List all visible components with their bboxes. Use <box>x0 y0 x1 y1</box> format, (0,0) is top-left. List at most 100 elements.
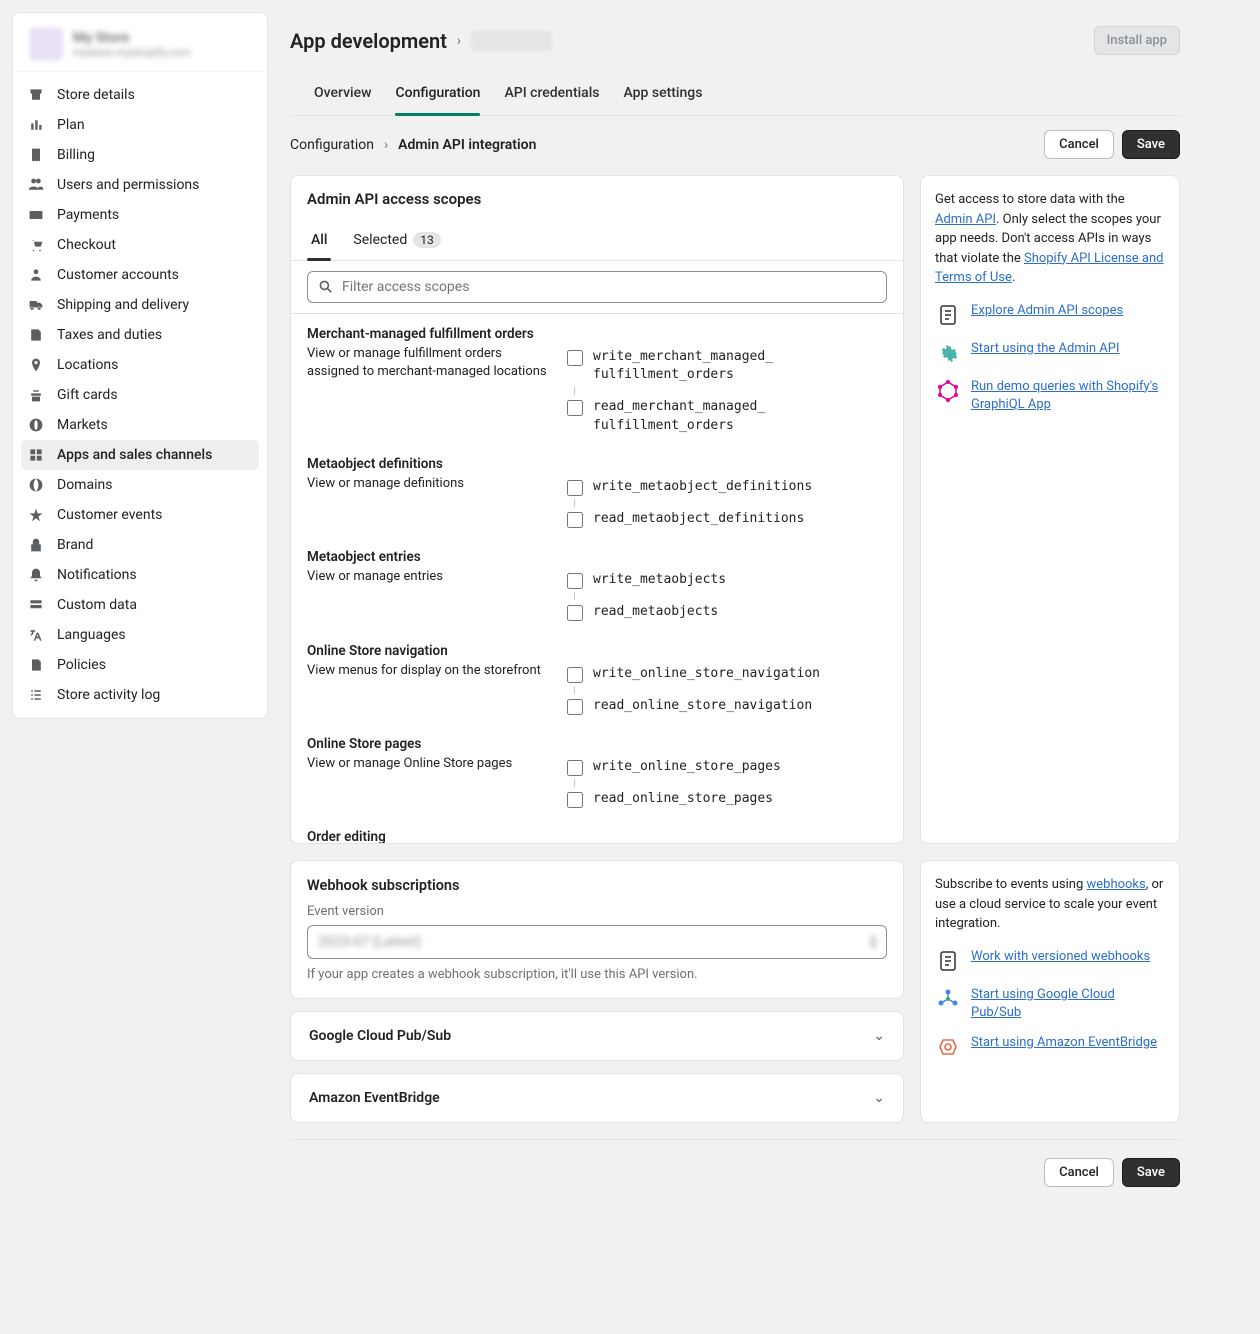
sidebar-item-notifications[interactable]: Notifications <box>13 560 267 590</box>
lang-icon <box>27 626 45 644</box>
sidebar-item-custom-data[interactable]: Custom data <box>13 590 267 620</box>
sidebar-item-brand[interactable]: Brand <box>13 530 267 560</box>
scope-checkbox[interactable] <box>567 667 583 683</box>
scope-checkbox-row: read_merchant_managed_fulfillment_orders <box>567 395 887 437</box>
domain-icon <box>27 476 45 494</box>
scope-checkbox[interactable] <box>567 400 583 416</box>
scope-checkbox-row: read_metaobject_definitions <box>567 507 887 531</box>
tab-configuration[interactable]: Configuration <box>395 71 480 115</box>
help-link[interactable]: Start using the Admin API <box>971 340 1120 358</box>
sidebar-item-label: Store activity log <box>57 687 160 703</box>
sidebar-item-billing[interactable]: Billing <box>13 140 267 170</box>
tab-overview[interactable]: Overview <box>314 71 371 115</box>
sidebar-item-policies[interactable]: Policies <box>13 650 267 680</box>
check-connector <box>574 779 887 787</box>
scope-checkbox-row: write_metaobject_definitions <box>567 475 887 499</box>
cancel-button-bottom[interactable]: Cancel <box>1044 1158 1114 1187</box>
google-pubsub-card[interactable]: Google Cloud Pub/Sub ⌄ <box>290 1011 904 1061</box>
sidebar-item-label: Custom data <box>57 597 137 613</box>
sidebar-nav: Store details Plan BillingUsers and permis… <box>13 72 267 718</box>
sidebar-item-store-activity-log[interactable]: Store activity log <box>13 680 267 710</box>
sidebar-item-label: Apps and sales channels <box>57 447 212 463</box>
sidebar-item-store-details[interactable]: Store details <box>13 80 267 110</box>
breadcrumb-configuration[interactable]: Configuration <box>290 137 374 153</box>
install-app-button[interactable]: Install app <box>1094 26 1180 55</box>
scope-checkbox[interactable] <box>567 760 583 776</box>
sidebar-item-plan[interactable]: Plan <box>13 110 267 140</box>
scopes-help-text: Get access to store data with the Admin … <box>935 190 1165 288</box>
scope-checkbox[interactable] <box>567 605 583 621</box>
scope-checkbox-row: read_online_store_navigation <box>567 694 887 718</box>
webhooks-card: Webhook subscriptions Event version 2023… <box>290 860 904 999</box>
help-link[interactable]: Explore Admin API scopes <box>971 302 1123 320</box>
doc-icon <box>935 302 961 328</box>
sidebar-item-payments[interactable]: Payments <box>13 200 267 230</box>
sidebar-item-markets[interactable]: Markets <box>13 410 267 440</box>
sidebar-item-label: Shipping and delivery <box>57 297 189 313</box>
help-link[interactable]: Run demo queries with Shopify's GraphiQL… <box>971 378 1165 414</box>
scope-name: write_online_store_navigation <box>593 665 820 683</box>
sidebar-item-taxes-and-duties[interactable]: Taxes and duties <box>13 320 267 350</box>
help-link[interactable]: Work with versioned webhooks <box>971 948 1150 966</box>
receipt-icon <box>27 146 45 164</box>
save-button-bottom[interactable]: Save <box>1122 1158 1180 1187</box>
sidebar-item-checkout[interactable]: Checkout <box>13 230 267 260</box>
sidebar-item-label: Domains <box>57 477 112 493</box>
scope-name: write_metaobject_definitions <box>593 478 812 496</box>
check-connector <box>574 387 887 395</box>
tab-app-settings[interactable]: App settings <box>624 71 703 115</box>
webhooks-title: Webhook subscriptions <box>307 877 887 894</box>
scope-group-desc: View menus for display on the storefront <box>307 662 547 718</box>
main-content: App development › Hidden Install app Ove… <box>280 0 1220 1227</box>
scope-checkbox-row: write_merchant_managed_fulfillment_order… <box>567 345 887 387</box>
webhooks-help-text: Subscribe to events using webhooks, or u… <box>935 875 1165 934</box>
scope-tab-selected[interactable]: Selected 13 <box>349 222 444 260</box>
store-header[interactable]: My Store mystore.myshopify.com <box>13 13 267 72</box>
scope-checkbox[interactable] <box>567 350 583 366</box>
apps-icon <box>27 446 45 464</box>
sidebar-item-apps-and-sales-channels[interactable]: Apps and sales channels <box>21 440 259 470</box>
sidebar-item-languages[interactable]: Languages <box>13 620 267 650</box>
sidebar-item-locations[interactable]: Locations <box>13 350 267 380</box>
help-link[interactable]: Start using Amazon EventBridge <box>971 1034 1157 1052</box>
scope-search-input[interactable] <box>342 279 876 295</box>
search-icon <box>318 279 334 295</box>
scope-group: Metaobject definitions View or manage de… <box>307 444 887 537</box>
event-version-select[interactable]: 2023-07 (Latest) ▴▾ <box>307 925 887 959</box>
sidebar-item-label: Markets <box>57 417 108 433</box>
scope-tab-all[interactable]: All <box>307 222 331 260</box>
cancel-button[interactable]: Cancel <box>1044 130 1114 159</box>
sidebar-item-label: Plan <box>57 117 85 133</box>
scope-checkbox[interactable] <box>567 480 583 496</box>
sidebar-item-gift-cards[interactable]: Gift cards <box>13 380 267 410</box>
scope-checkbox[interactable] <box>567 699 583 715</box>
help-link[interactable]: Start using Google Cloud Pub/Sub <box>971 986 1165 1022</box>
person-icon <box>27 266 45 284</box>
tab-api-credentials[interactable]: API credentials <box>504 71 599 115</box>
chevron-down-icon: ⌄ <box>873 1090 885 1106</box>
bell-icon <box>27 566 45 584</box>
scope-checkbox[interactable] <box>567 512 583 528</box>
help-link-row: Start using the Admin API <box>935 340 1165 366</box>
webhooks-link[interactable]: webhooks <box>1086 877 1145 892</box>
scope-group: Order editing View or manage edits to or… <box>307 817 887 843</box>
amazon-eventbridge-card[interactable]: Amazon EventBridge ⌄ <box>290 1073 904 1123</box>
scope-name: write_online_store_pages <box>593 758 781 776</box>
admin-api-link[interactable]: Admin API <box>935 212 996 227</box>
store-sub: mystore.myshopify.com <box>73 46 190 59</box>
sidebar-item-customer-accounts[interactable]: Customer accounts <box>13 260 267 290</box>
payments-icon <box>27 206 45 224</box>
sidebar-item-shipping-and-delivery[interactable]: Shipping and delivery <box>13 290 267 320</box>
scope-group: Metaobject entries View or manage entrie… <box>307 537 887 630</box>
event-version-label: Event version <box>307 904 887 919</box>
scope-checkbox[interactable] <box>567 792 583 808</box>
sidebar-item-customer-events[interactable]: Customer events <box>13 500 267 530</box>
save-button[interactable]: Save <box>1122 130 1180 159</box>
help-link-row: Start using Google Cloud Pub/Sub <box>935 986 1165 1022</box>
scope-checkbox[interactable] <box>567 573 583 589</box>
scope-name: read_metaobjects <box>593 603 718 621</box>
sidebar-item-domains[interactable]: Domains <box>13 470 267 500</box>
scope-search[interactable] <box>307 271 887 303</box>
sidebar-item-users-and-permissions[interactable]: Users and permissions <box>13 170 267 200</box>
gift-icon <box>27 386 45 404</box>
